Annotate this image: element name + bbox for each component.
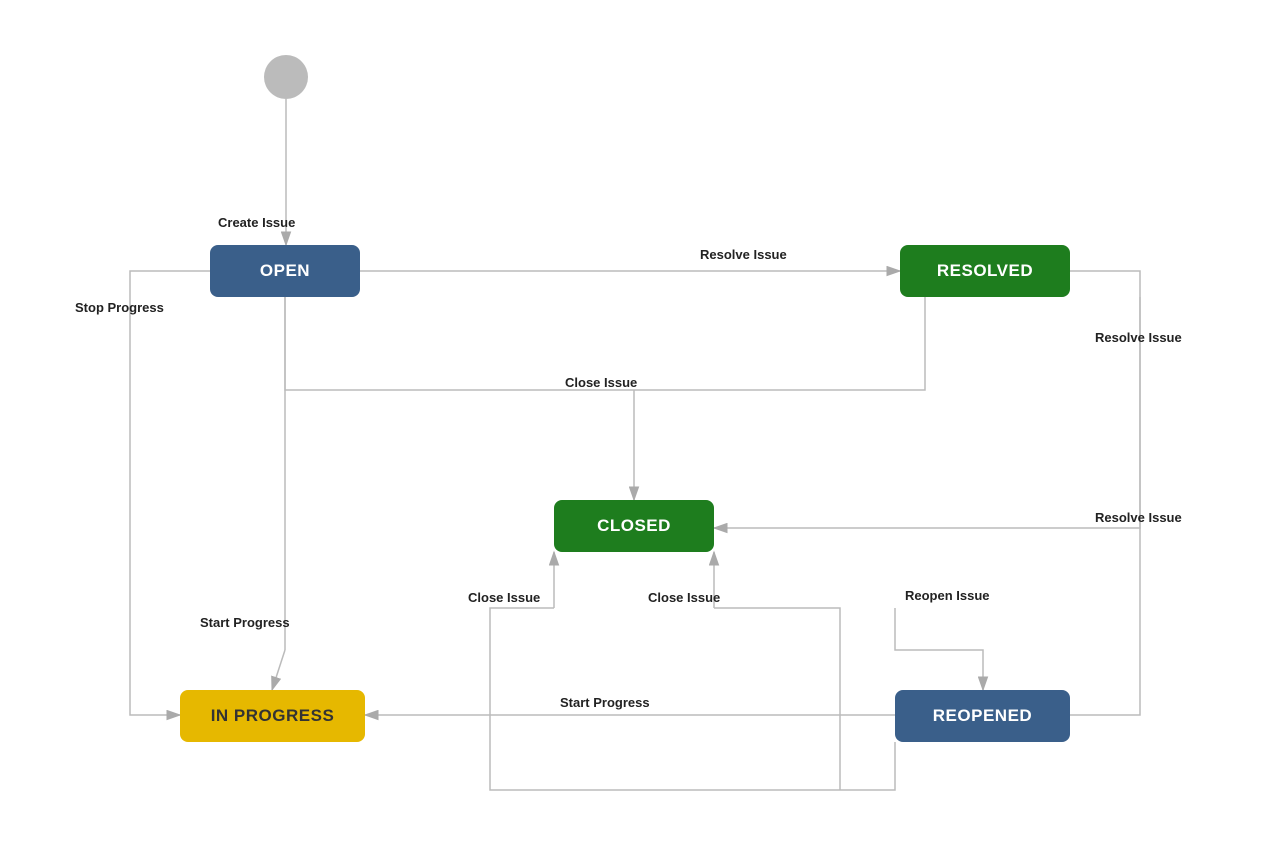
state-resolved: RESOLVED — [900, 245, 1070, 297]
start-node — [264, 55, 308, 99]
label-create-issue: Create Issue — [218, 215, 295, 230]
line-bottom-box-right — [714, 608, 840, 790]
arrow-resolved-to-closed — [714, 271, 1140, 528]
label-resolve-issue-2: Resolve Issue — [1095, 330, 1182, 345]
state-inprogress: IN PROGRESS — [180, 690, 365, 742]
label-stop-progress: Stop Progress — [75, 300, 164, 315]
diagram-container: Create Issue OPEN RESOLVED Resolve Issue… — [0, 0, 1268, 853]
label-close-issue-2: Close Issue — [468, 590, 540, 605]
label-start-progress-2: Start Progress — [560, 695, 650, 710]
state-reopened: REOPENED — [895, 690, 1070, 742]
label-close-issue-3: Close Issue — [648, 590, 720, 605]
arrow-reopen — [895, 608, 983, 690]
label-resolve-issue-1: Resolve Issue — [700, 247, 787, 262]
state-closed: CLOSED — [554, 500, 714, 552]
line-open-down — [285, 297, 360, 390]
arrow-stop-progress — [130, 271, 210, 715]
arrow-start-progress-down — [272, 650, 285, 690]
label-reopen-issue: Reopen Issue — [905, 588, 990, 603]
line-resolved-down — [900, 297, 925, 390]
line-bottom-box-left — [490, 608, 895, 790]
label-close-issue-1: Close Issue — [565, 375, 637, 390]
line-resolve-right-side — [1070, 297, 1140, 715]
label-start-progress-1: Start Progress — [200, 615, 290, 630]
state-open: OPEN — [210, 245, 360, 297]
label-resolve-issue-3: Resolve Issue — [1095, 510, 1182, 525]
